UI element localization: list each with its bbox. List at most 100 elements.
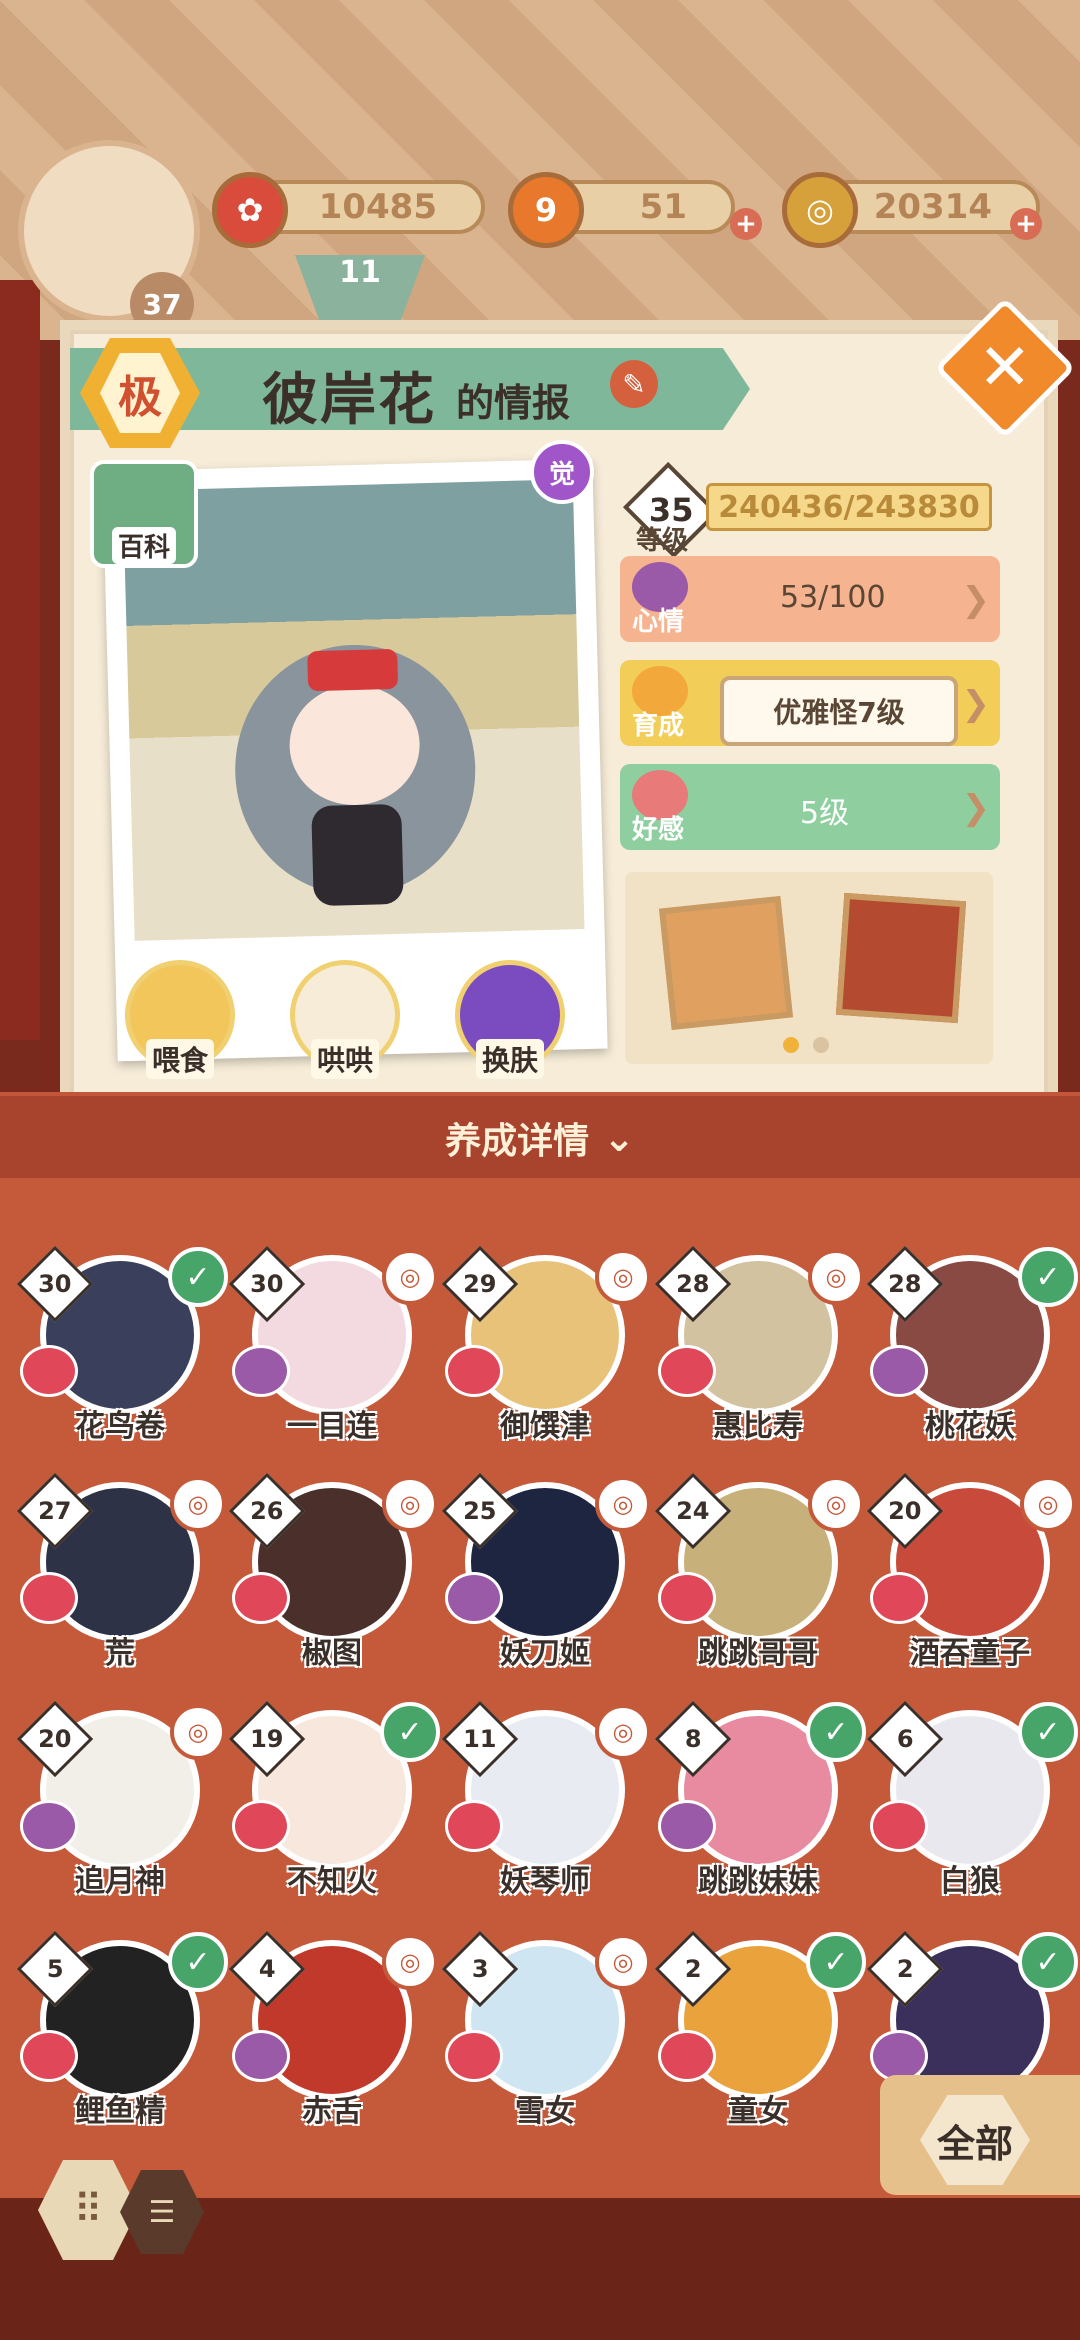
skin-button[interactable]: 换肤	[455, 960, 565, 1079]
shikigami-name: 鲤鱼精	[75, 2094, 165, 2129]
growth-label: 育成	[632, 711, 685, 741]
status-ring-icon: ◎	[595, 1704, 651, 1760]
card-level: 20	[38, 1725, 72, 1753]
favor-row[interactable]: 好感 5级 ❯	[620, 764, 1000, 850]
mood-heart-icon	[445, 2030, 503, 2082]
details-toggle[interactable]: 养成详情 ⌄	[0, 1092, 1080, 1180]
wiki-button[interactable]: 百科	[90, 460, 198, 568]
shikigami-name: 追月神	[75, 1864, 165, 1899]
mood-heart-icon	[232, 1572, 290, 1624]
shikigami-card[interactable]: 28 ◎ 惠比寿	[654, 1235, 864, 1455]
check-icon: ✓	[1018, 1932, 1078, 1992]
character-body	[311, 803, 404, 907]
mood-heart-icon	[445, 1345, 503, 1397]
mood-label: 心情	[632, 607, 685, 637]
side-book-edge	[0, 280, 40, 1040]
coax-label: 哄哄	[310, 1039, 379, 1079]
shikigami-name: 桃花妖	[925, 1409, 1015, 1444]
chevron-right-icon: ❯	[961, 580, 991, 620]
rank-label: 极	[100, 353, 180, 433]
flower-icon: ✿	[212, 172, 288, 248]
shikigami-name: 妖刀姬	[500, 1636, 590, 1671]
shikigami-card[interactable]: 27 ◎ 荒	[16, 1462, 226, 1682]
filter-all-button[interactable]: 全部	[880, 2075, 1080, 2195]
growth-value: 优雅怪7级	[720, 676, 958, 746]
card-level: 27	[38, 1497, 72, 1525]
shikigami-card[interactable]: 5 ✓ 鲤鱼精	[16, 1920, 228, 2140]
coax-button[interactable]: 哄哄	[290, 960, 400, 1079]
shikigami-card[interactable]: 29 ◎ 御馔津	[441, 1235, 651, 1455]
shikigami-card[interactable]: 30 ✓ 花鸟卷	[16, 1235, 228, 1455]
mood-heart-icon	[20, 2030, 78, 2082]
shikigami-card[interactable]: 28 ✓ 桃花妖	[866, 1235, 1078, 1455]
gift-frame-2[interactable]	[835, 892, 967, 1024]
shikigami-card[interactable]: 6 ✓ 白狼	[866, 1690, 1078, 1910]
status-ring-icon: ◎	[808, 1476, 864, 1532]
add-coin-button[interactable]: +	[1010, 208, 1042, 240]
feed-button[interactable]: 喂食	[125, 960, 235, 1079]
shikigami-name: 跳跳妹妹	[698, 1864, 818, 1899]
shikigami-card[interactable]: 25 ◎ 妖刀姬	[441, 1462, 651, 1682]
shikigami-name: 花鸟卷	[75, 1409, 165, 1444]
favor-label: 好感	[632, 815, 685, 845]
shikigami-card[interactable]: 2 ✓ 童女	[654, 1920, 866, 2140]
status-ring-icon: ◎	[595, 1476, 651, 1532]
card-level: 26	[250, 1497, 284, 1525]
mood-heart-icon	[232, 2030, 290, 2082]
gift-frame-1[interactable]	[658, 895, 794, 1031]
shikigami-card[interactable]: 8 ✓ 跳跳妹妹	[654, 1690, 866, 1910]
progress-label: 11	[339, 255, 381, 290]
list-icon: ☰	[148, 2194, 176, 2230]
awaken-label: 觉	[548, 459, 575, 490]
card-level: 6	[896, 1724, 914, 1753]
shikigami-name: 赤舌	[302, 2094, 362, 2129]
shikigami-card[interactable]: 3 ◎ 雪女	[441, 1920, 651, 2140]
card-level: 4	[258, 1954, 276, 1983]
page-dot	[813, 1037, 829, 1053]
card-level: 8	[684, 1724, 702, 1753]
name-suffix: 的情报	[456, 381, 571, 425]
mood-value: 53/100	[780, 580, 886, 615]
shikigami-name: 椒图	[302, 1636, 362, 1671]
gift-carousel[interactable]	[625, 872, 993, 1064]
mood-heart-icon	[870, 1572, 928, 1624]
shikigami-name: 跳跳哥哥	[698, 1636, 818, 1671]
shikigami-name: 不知火	[287, 1864, 377, 1899]
status-ring-icon: ◎	[808, 1249, 864, 1305]
shikigami-card[interactable]: 24 ◎ 跳跳哥哥	[654, 1462, 864, 1682]
shikigami-card[interactable]: 26 ◎ 椒图	[228, 1462, 438, 1682]
shikigami-card[interactable]: 11 ◎ 妖琴师	[441, 1690, 651, 1910]
awaken-badge: 觉	[530, 440, 594, 504]
mood-heart-icon	[445, 1800, 503, 1852]
pencil-icon: ✎	[622, 367, 646, 401]
edit-name-button[interactable]: ✎	[610, 360, 658, 408]
mood-heart-icon	[658, 1800, 716, 1852]
check-icon: ✓	[1018, 1247, 1078, 1307]
shikigami-name: 白狼	[940, 1864, 1000, 1899]
status-ring-icon: ◎	[170, 1476, 226, 1532]
mood-heart-icon	[20, 1572, 78, 1624]
check-icon: ✓	[168, 1932, 228, 1992]
shikigami-name: 妖琴师	[500, 1864, 590, 1899]
wiki-label: 百科	[111, 527, 176, 564]
shikigami-card[interactable]: 4 ◎ 赤舌	[228, 1920, 438, 2140]
card-level: 24	[676, 1497, 710, 1525]
shikigami-card[interactable]: 19 ✓ 不知火	[228, 1690, 440, 1910]
grid-icon: ⠿	[73, 2187, 103, 2233]
shikigami-card[interactable]: 20 ◎ 追月神	[16, 1690, 226, 1910]
player-level-badge: 37	[130, 272, 194, 336]
status-ring-icon: ◎	[1020, 1476, 1076, 1532]
mood-row[interactable]: 心情 53/100 ❯	[620, 556, 1000, 642]
mood-heart-icon	[232, 1800, 290, 1852]
add-fish-button[interactable]: +	[730, 208, 762, 240]
growth-text: 优雅怪7级	[773, 696, 905, 729]
shikigami-name: 彼岸花	[262, 368, 436, 433]
shikigami-name: 惠比寿	[713, 1409, 803, 1444]
shikigami-card[interactable]: 30 ◎ 一目连	[228, 1235, 438, 1455]
exp-bar: 240436/243830	[706, 483, 992, 531]
status-ring-icon: ◎	[382, 1476, 438, 1532]
shikigami-card[interactable]: 20 ◎ 酒吞童子	[866, 1462, 1076, 1682]
card-level: 20	[888, 1497, 922, 1525]
mood-heart-icon	[870, 1800, 928, 1852]
status-ring-icon: ◎	[382, 1249, 438, 1305]
